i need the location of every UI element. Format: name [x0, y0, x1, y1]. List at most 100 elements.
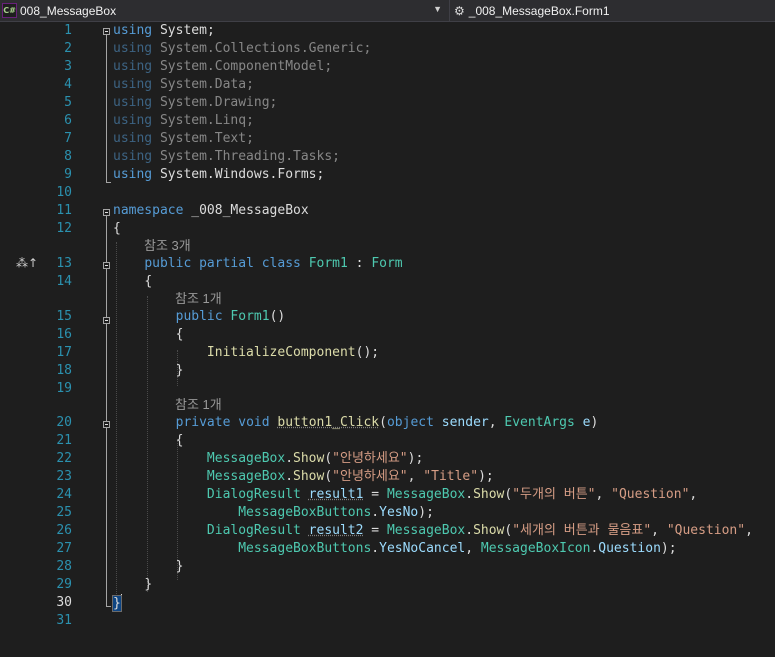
colon: :: [347, 256, 372, 271]
code-editor[interactable]: ⁂↑ 1 using System; 2 using System.Collec…: [0, 22, 775, 657]
line-number: 2: [64, 41, 72, 56]
code-text: InitializeComponent();: [113, 344, 379, 362]
code-text: using System.Drawing;: [113, 95, 278, 110]
code-line[interactable]: 13 public partial class Form1 : Form: [0, 255, 775, 273]
code-text: DialogResult result1 = MessageBox.Show("…: [206, 487, 698, 502]
namespace-ref: System.Text: [159, 131, 247, 146]
namespace-ref: System.Windows.Forms: [159, 167, 317, 182]
code-line[interactable]: 4 using System.Data;: [0, 76, 775, 94]
code-text: using System.ComponentModel;: [113, 59, 333, 74]
code-line[interactable]: 18 }: [0, 362, 775, 380]
codelens-references[interactable]: 참조 1개: [175, 396, 222, 414]
method-call: Show: [293, 469, 325, 484]
code-line[interactable]: 6 using System.Linq;: [0, 112, 775, 130]
code-text: private void button1_Click(object sender…: [175, 415, 599, 430]
enum-member: YesNo: [379, 505, 419, 520]
type-name: MessageBox: [206, 451, 286, 466]
code-line[interactable]: 31: [0, 612, 775, 630]
codelens-references[interactable]: 참조 3개: [144, 237, 191, 255]
code-line[interactable]: 25 MessageBoxButtons.YesNo);: [0, 504, 775, 522]
string-literal: "안녕하세요": [332, 469, 408, 484]
codelens-references[interactable]: 참조 1개: [175, 290, 222, 308]
class-dropdown[interactable]: ⚙ _008_MessageBox.Form1: [449, 0, 775, 21]
code-line[interactable]: 16 {: [0, 326, 775, 344]
keyword: using: [113, 41, 153, 56]
brace: {: [175, 327, 184, 342]
code-line[interactable]: 28 }: [0, 558, 775, 576]
type-name: MessageBox: [386, 487, 466, 502]
method-name: button1_Click: [277, 415, 380, 430]
call-end: ();: [355, 345, 380, 360]
line-number: 7: [64, 131, 72, 146]
line-number: 15: [56, 309, 72, 324]
line-number: 4: [64, 77, 72, 92]
project-dropdown[interactable]: C# 008_MessageBox ▼: [0, 0, 446, 21]
keyword: using: [113, 131, 153, 146]
code-text: using System;: [113, 23, 215, 38]
code-text: using System.Data;: [113, 77, 254, 92]
code-text: {: [113, 273, 152, 291]
line-number: 12: [56, 221, 72, 236]
code-line[interactable]: 23 MessageBox.Show("안녕하세요", "Title");: [0, 468, 775, 486]
namespace-ref: System: [159, 23, 207, 38]
line-number: 26: [56, 523, 72, 538]
keyword: using: [113, 95, 153, 110]
parens: (): [269, 309, 286, 324]
brace: {: [175, 433, 184, 448]
code-line[interactable]: 1 using System;: [0, 22, 775, 40]
method-call: InitializeComponent: [206, 345, 356, 360]
parameter: sender: [441, 415, 489, 430]
code-text: using System.Linq;: [113, 113, 254, 128]
code-line[interactable]: 7 using System.Text;: [0, 130, 775, 148]
keyword: using: [113, 149, 153, 164]
code-text: {: [113, 432, 184, 450]
code-text: public Form1(): [113, 308, 286, 326]
type-name: DialogResult: [206, 523, 301, 538]
code-line[interactable]: 20 private void button1_Click(object sen…: [0, 414, 775, 432]
keyword: class: [261, 256, 301, 271]
code-line[interactable]: 29 }: [0, 576, 775, 594]
constructor-name: Form1: [230, 309, 270, 324]
code-text: MessageBox.Show("안녕하세요");: [206, 451, 424, 466]
line-number: 10: [56, 185, 72, 200]
brace: }: [144, 577, 153, 592]
enum-member: Question: [598, 541, 661, 556]
code-text: MessageBoxButtons.YesNoCancel, MessageBo…: [238, 541, 677, 556]
code-line[interactable]: 21 {: [0, 432, 775, 450]
code-line[interactable]: 2 using System.Collections.Generic;: [0, 40, 775, 58]
code-line[interactable]: 22 MessageBox.Show("안녕하세요");: [0, 450, 775, 468]
code-text: MessageBoxButtons.YesNo);: [238, 505, 434, 520]
code-line[interactable]: 10: [0, 184, 775, 202]
navigation-bar: C# 008_MessageBox ▼ ⚙ _008_MessageBox.Fo…: [0, 0, 775, 22]
code-line[interactable]: 15 public Form1(): [0, 308, 775, 326]
namespace-ref: System.ComponentModel: [159, 59, 325, 74]
string-literal: "안녕하세요": [332, 451, 408, 466]
code-line[interactable]: 5 using System.Drawing;: [0, 94, 775, 112]
variable: result1: [308, 487, 364, 502]
code-line[interactable]: 19: [0, 380, 775, 398]
code-line[interactable]: 24 DialogResult result1 = MessageBox.Sho…: [0, 486, 775, 504]
code-line[interactable]: 14 {: [0, 273, 775, 291]
keyword: partial: [199, 256, 254, 271]
code-text: }: [112, 594, 122, 613]
code-text: namespace _008_MessageBox: [113, 202, 309, 220]
line-number: 23: [56, 469, 72, 484]
code-line[interactable]: 11 namespace _008_MessageBox: [0, 202, 775, 220]
code-line[interactable]: 12 {: [0, 220, 775, 238]
keyword: object: [386, 415, 434, 430]
line-number: 5: [64, 95, 72, 110]
csharp-project-icon: C#: [2, 3, 17, 18]
line-number: 28: [56, 559, 72, 574]
keyword: public: [175, 309, 223, 324]
code-line[interactable]: 26 DialogResult result2 = MessageBox.Sho…: [0, 522, 775, 540]
chevron-down-icon[interactable]: ▼: [433, 4, 442, 14]
method-call: Show: [473, 523, 505, 538]
string-literal: "두개의 버튼": [512, 487, 596, 502]
line-number: 19: [56, 381, 72, 396]
code-line[interactable]: 9 using System.Windows.Forms;: [0, 166, 775, 184]
code-line-current[interactable]: 30 }: [0, 594, 775, 612]
code-line[interactable]: 8 using System.Threading.Tasks;: [0, 148, 775, 166]
code-line[interactable]: 27 MessageBoxButtons.YesNoCancel, Messag…: [0, 540, 775, 558]
code-line[interactable]: 3 using System.ComponentModel;: [0, 58, 775, 76]
code-line[interactable]: 17 InitializeComponent();: [0, 344, 775, 362]
